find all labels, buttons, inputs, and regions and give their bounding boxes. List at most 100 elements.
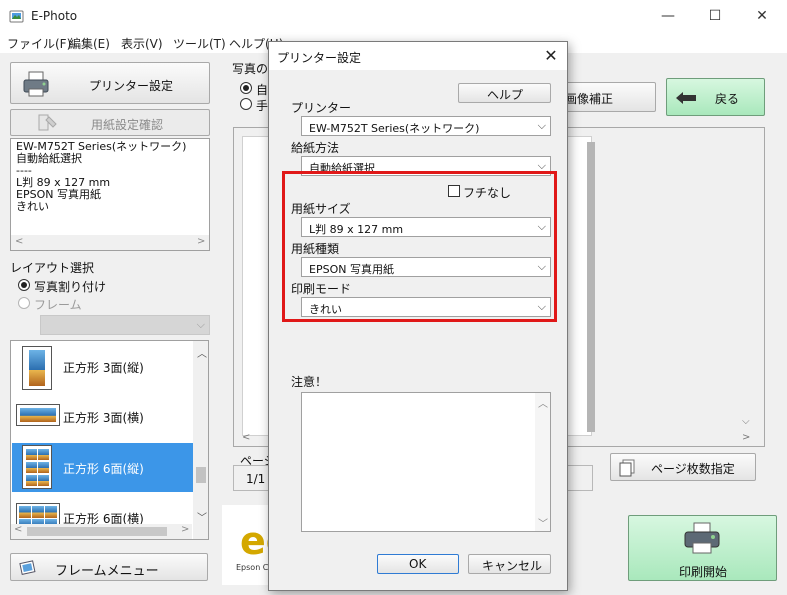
paper-type-select[interactable]: EPSON 写真用紙 ⌵ <box>301 257 551 277</box>
chevron-down-icon: ⌵ <box>196 318 205 331</box>
print-mode-label: 印刷モード <box>291 282 352 296</box>
layout-list: 正方形 3面(縦) 正方形 3面(横) 正方形 6面(縦) 正方形 6面(横) <box>10 340 209 540</box>
paper-size-select[interactable]: L判 89 x 127 mm ⌵ <box>301 217 551 237</box>
printer-settings-dialog: プリンター設定 ✕ ヘルプ プリンター EW-M752T Series(ネットワ… <box>268 41 568 591</box>
menu-edit[interactable]: 編集(E) <box>69 35 110 52</box>
maximize-button[interactable]: ☐ <box>692 0 738 33</box>
printer-icon <box>23 71 49 97</box>
auto-placement-radio[interactable] <box>240 82 252 94</box>
info-horizontal-scrollbar[interactable]: < > <box>11 235 209 250</box>
notice-label: 注意！ <box>291 375 328 389</box>
menu-view[interactable]: 表示(V) <box>121 35 163 52</box>
page-count-label: ページ枚数指定 <box>651 462 735 476</box>
layout-thumbnail <box>22 346 52 390</box>
printer-info-box: EW-M752T Series(ネットワーク) 自動給紙選択 ---- L判 8… <box>10 138 210 251</box>
cancel-button[interactable]: キャンセル <box>468 554 551 574</box>
printer-label: プリンター <box>291 101 352 115</box>
borderless-checkbox[interactable] <box>448 185 460 197</box>
scroll-down-icon[interactable]: ﹀ <box>197 509 207 524</box>
chevron-down-icon: ⌵ <box>537 220 546 233</box>
notice-scrollbar[interactable]: ︿ ﹀ <box>535 393 550 531</box>
print-mode-value: きれい <box>309 303 342 316</box>
window-title: E-Photo <box>31 9 78 23</box>
minimize-button[interactable]: — <box>645 0 691 33</box>
close-button[interactable]: ✕ <box>739 0 785 33</box>
menu-tools[interactable]: ツール(T) <box>173 35 226 52</box>
preview-scroll-left-icon[interactable]: < <box>242 432 250 443</box>
help-button[interactable]: ヘルプ <box>458 83 551 103</box>
ok-label: OK <box>409 557 427 571</box>
scroll-down-icon[interactable]: ﹀ <box>538 515 548 530</box>
layout-list-scrollbar[interactable]: ︿ ﹀ <box>193 341 208 539</box>
chevron-down-icon: ⌵ <box>537 300 546 313</box>
back-button[interactable]: 戻る <box>666 78 765 116</box>
scroll-up-icon[interactable]: ︿ <box>197 345 207 360</box>
paper-type-value: EPSON 写真用紙 <box>309 263 394 276</box>
help-label: ヘルプ <box>487 88 524 102</box>
epson-logo-area: ec Epson C <box>222 505 288 585</box>
layout-item-label: 正方形 3面(横) <box>63 411 144 425</box>
printer-icon <box>684 522 720 554</box>
borderless-label: フチなし <box>463 186 512 200</box>
paper-size-value: L判 89 x 127 mm <box>309 223 404 236</box>
paper-size-label: 用紙サイズ <box>291 202 351 216</box>
frame-icon <box>19 560 36 575</box>
scroll-up-icon[interactable]: ︿ <box>538 395 548 410</box>
layout-list-horizontal-scrollbar[interactable]: < > <box>11 524 192 539</box>
layout-frame-radio[interactable] <box>18 297 30 309</box>
scroll-right-icon[interactable]: > <box>197 236 205 247</box>
printer-settings-label: プリンター設定 <box>89 79 174 93</box>
chevron-down-icon: ⌵ <box>537 119 546 132</box>
scrollbar-thumb[interactable] <box>27 527 167 536</box>
layout-thumbnail <box>16 404 60 426</box>
cancel-label: キャンセル <box>482 559 543 573</box>
page-count-button[interactable]: ページ枚数指定 <box>610 453 756 481</box>
layout-item-label: 正方形 3面(縦) <box>63 361 144 375</box>
scroll-right-icon[interactable]: > <box>181 524 189 535</box>
printer-select-value: EW-M752T Series(ネットワーク) <box>309 122 480 135</box>
epson-logo-text: Epson C <box>236 563 269 572</box>
arrow-left-icon <box>676 92 696 104</box>
layout-item-square-3-landscape[interactable]: 正方形 3面(横) <box>12 392 193 441</box>
print-start-button[interactable]: 印刷開始 <box>628 515 777 581</box>
scroll-left-icon[interactable]: < <box>14 524 22 535</box>
preview-scroll-right-icon[interactable]: > <box>742 432 750 443</box>
pages-icon <box>619 459 635 477</box>
paper-settings-check-button[interactable]: 用紙設定確認 <box>10 109 210 136</box>
scroll-left-icon[interactable]: < <box>15 236 23 247</box>
layout-item-square-6-portrait[interactable]: 正方形 6面(縦) <box>12 443 193 492</box>
page-shadow <box>587 142 595 432</box>
scrollbar-thumb[interactable] <box>196 467 206 483</box>
manual-placement-radio[interactable] <box>240 98 252 110</box>
frame-menu-label: フレームメニュー <box>55 564 159 579</box>
back-label: 戻る <box>715 92 740 106</box>
window-titlebar: E-Photo — ☐ ✕ <box>0 0 787 33</box>
printer-select[interactable]: EW-M752T Series(ネットワーク) ⌵ <box>301 116 551 136</box>
paper-check-icon <box>38 114 57 131</box>
dialog-titlebar: プリンター設定 ✕ <box>269 42 567 70</box>
dialog-close-button[interactable]: ✕ <box>539 45 563 67</box>
preview-scroll-down-icon[interactable]: ⌵ <box>742 416 750 427</box>
layout-photo-radio[interactable] <box>18 279 30 291</box>
layout-photo-label: 写真割り付け <box>34 280 107 294</box>
app-icon <box>9 10 24 23</box>
image-correction-label: 画像補正 <box>565 92 614 106</box>
layout-select-title: レイアウト選択 <box>10 261 95 275</box>
print-mode-select[interactable]: きれい ⌵ <box>301 297 551 317</box>
chevron-down-icon: ⌵ <box>537 260 546 273</box>
frame-menu-button[interactable]: フレームメニュー <box>10 553 208 581</box>
ok-button[interactable]: OK <box>377 554 459 574</box>
notice-textbox[interactable]: ︿ ﹀ <box>301 392 551 532</box>
layout-frame-label: フレーム <box>34 298 82 312</box>
frame-dropdown[interactable]: ⌵ <box>40 315 210 335</box>
printer-settings-button[interactable]: プリンター設定 <box>10 62 210 104</box>
feed-method-label: 給紙方法 <box>291 141 340 155</box>
layout-thumbnail <box>22 445 52 489</box>
menu-file[interactable]: ファイル(F) <box>7 35 71 52</box>
dialog-title: プリンター設定 <box>277 51 362 65</box>
info-print-mode: きれい <box>16 200 49 213</box>
paper-type-label: 用紙種類 <box>291 242 340 256</box>
layout-item-square-3-portrait[interactable]: 正方形 3面(縦) <box>12 342 193 391</box>
print-start-label: 印刷開始 <box>679 565 728 579</box>
paper-settings-check-label: 用紙設定確認 <box>91 118 164 132</box>
